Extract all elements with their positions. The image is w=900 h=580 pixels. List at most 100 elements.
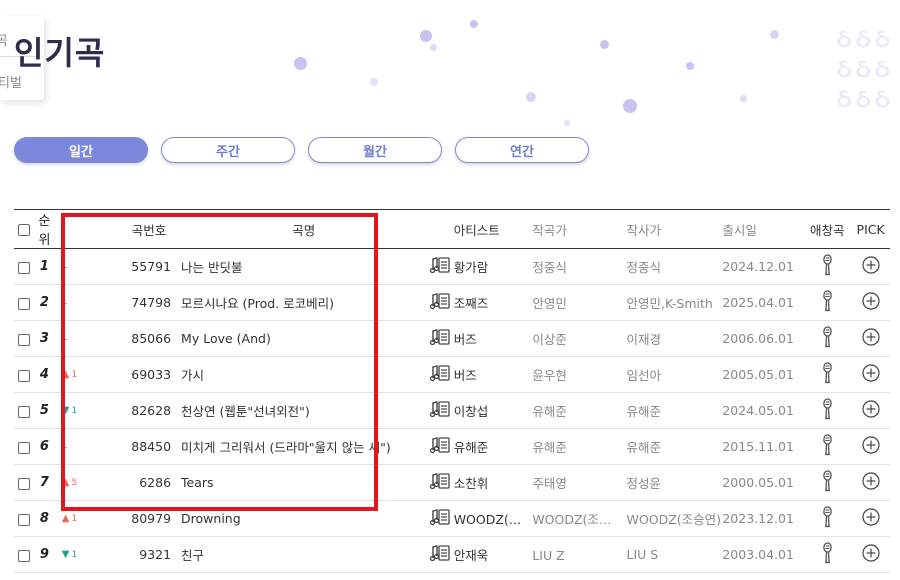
table-row[interactable]: 1– 55791 나는 반딧불 황가람 정중식 정중식 2024.12.01	[14, 249, 890, 285]
music-sheet-icon[interactable]	[427, 321, 454, 357]
artist-name[interactable]: 조째즈	[454, 293, 489, 312]
music-sheet-icon[interactable]	[427, 501, 454, 537]
rank-change: ▲ 5	[56, 465, 117, 501]
microphone-icon[interactable]	[803, 285, 851, 321]
lyricist-name: 유해준	[626, 440, 662, 455]
plus-circle-icon[interactable]	[851, 537, 890, 573]
table-row[interactable]: 7 ▲ 5 6286 Tears 소찬휘 주태영 정성윤 2000.05.01	[14, 465, 890, 501]
rank-change-icon: –	[61, 331, 68, 346]
table-row[interactable]: 2– 74798 모르시나요 (Prod. 로코베리) 조째즈 안영민 안영민,K-Smi…	[14, 285, 890, 321]
artist-cell[interactable]: WOODZ(…	[454, 501, 533, 537]
table-row[interactable]: 4 ▲ 1 69033 가시 버즈 윤우현 임선아 2005.05.01	[14, 357, 890, 393]
song-title[interactable]: My Love (And)	[181, 321, 427, 357]
composer-cell: 유해준	[532, 429, 626, 465]
table-row[interactable]: 6– 88450 미치게 그리워서 (드라마"울지 않는 새") 유해준 유해준 유해준 2…	[14, 429, 890, 465]
plus-circle-icon[interactable]	[851, 501, 890, 537]
side-menu-item[interactable]: 곡	[0, 30, 8, 49]
artist-cell[interactable]: 소찬휘	[454, 465, 533, 501]
release-date: 2015.11.01	[722, 439, 794, 454]
rank-change: –	[56, 429, 117, 465]
row-checkbox[interactable]	[14, 537, 33, 573]
row-checkbox[interactable]	[14, 285, 33, 321]
header-release-date: 출시일	[722, 222, 757, 238]
plus-circle-icon[interactable]	[851, 429, 890, 465]
page-title: 인기곡	[14, 34, 106, 72]
artist-name[interactable]: 안재욱	[454, 545, 489, 564]
microphone-icon[interactable]	[803, 321, 851, 357]
microphone-icon[interactable]	[803, 537, 851, 573]
plus-circle-icon[interactable]	[851, 393, 890, 429]
artist-cell[interactable]: 유해준	[454, 429, 533, 465]
music-sheet-icon[interactable]	[427, 393, 454, 429]
song-title[interactable]: Tears	[181, 465, 427, 501]
artist-cell[interactable]: 버즈	[454, 357, 533, 393]
header-pick: PICK	[856, 221, 885, 237]
song-title[interactable]: 친구	[181, 537, 427, 573]
artist-name[interactable]: 소찬휘	[454, 473, 489, 492]
song-title[interactable]: 모르시나요 (Prod. 로코베리)	[181, 285, 427, 321]
artist-cell[interactable]: 버즈	[454, 321, 533, 357]
select-all-checkbox[interactable]	[14, 210, 33, 249]
row-checkbox[interactable]	[14, 393, 33, 429]
artist-name[interactable]: 버즈	[454, 329, 477, 348]
composer-cell: WOODZ(조승…	[532, 501, 626, 537]
artist-name[interactable]: 버즈	[454, 365, 477, 384]
row-checkbox[interactable]	[14, 465, 33, 501]
table-row[interactable]: 8 ▲1 80979 Drowning WOODZ(… WOODZ(조승… WOODZ(조승…	[14, 501, 890, 537]
chart-table: 순위 곡번호 곡명 아티스트 작곡가 작사가 출시일 애창곡 PICK 1–55…	[14, 209, 890, 573]
song-title[interactable]: 가시	[181, 357, 427, 393]
row-checkbox[interactable]	[14, 501, 33, 537]
artist-cell[interactable]: 황가람	[454, 249, 533, 285]
release-date: 2023.12.01	[722, 511, 794, 526]
music-sheet-icon[interactable]	[427, 357, 454, 393]
artist-name[interactable]: WOODZ(…	[454, 512, 522, 527]
artist-name[interactable]: 황가람	[454, 257, 489, 276]
music-sheet-icon[interactable]	[427, 249, 454, 285]
microphone-icon[interactable]	[803, 249, 851, 285]
artist-name[interactable]: 유해준	[454, 437, 489, 456]
microphone-icon[interactable]	[803, 429, 851, 465]
microphone-icon[interactable]	[803, 357, 851, 393]
microphone-icon[interactable]	[803, 393, 851, 429]
artist-cell[interactable]: 조째즈	[454, 285, 533, 321]
side-menu-item[interactable]: 티벌	[0, 72, 22, 91]
music-sheet-icon[interactable]	[427, 429, 454, 465]
table-row[interactable]: 5 ▼ 1 82628 천상연 (웹툰"선녀외전") 이창섭 유해준 유해준 2024.05.0…	[14, 393, 890, 429]
music-sheet-icon[interactable]	[427, 285, 454, 321]
row-checkbox[interactable]	[14, 429, 33, 465]
tab-yearly[interactable]: 연간	[455, 137, 589, 163]
row-checkbox[interactable]	[14, 249, 33, 285]
plus-circle-icon[interactable]	[851, 249, 890, 285]
release-date: 2003.04.01	[722, 547, 794, 562]
artist-name[interactable]: 이창섭	[454, 401, 489, 420]
microphone-icon[interactable]	[803, 501, 851, 537]
plus-circle-icon[interactable]	[851, 285, 890, 321]
header-lyrics	[427, 210, 454, 249]
plus-circle-icon[interactable]	[851, 321, 890, 357]
rank-change-icon: ▼	[61, 405, 70, 416]
composer-cell: 주태영	[532, 465, 626, 501]
song-number: 82628	[131, 403, 172, 418]
music-sheet-icon[interactable]	[427, 537, 454, 573]
tab-daily[interactable]: 일간	[14, 137, 148, 163]
table-row[interactable]: 3– 85066 My Love (And) 버즈 이상준 이재경 2006.06.01	[14, 321, 890, 357]
song-title[interactable]: 미치게 그리워서 (드라마"울지 않는 새")	[181, 429, 427, 465]
song-title[interactable]: 천상연 (웹툰"선녀외전")	[181, 393, 427, 429]
row-checkbox[interactable]	[14, 357, 33, 393]
plus-circle-icon[interactable]	[851, 357, 890, 393]
music-sheet-icon[interactable]	[427, 465, 454, 501]
rank-change: ▲ 1	[56, 501, 117, 537]
tab-monthly[interactable]: 월간	[308, 137, 442, 163]
song-title[interactable]: 나는 반딧불	[181, 249, 427, 285]
header-artist: 아티스트	[453, 222, 500, 238]
artist-cell[interactable]: 안재욱	[454, 537, 533, 573]
artist-cell[interactable]: 이창섭	[454, 393, 533, 429]
table-row[interactable]: 9 ▼ 1 9321 친구 안재욱 LIU Z LIU S 2003.04.01	[14, 537, 890, 573]
row-checkbox[interactable]	[14, 321, 33, 357]
microphone-icon[interactable]	[803, 465, 851, 501]
tab-weekly[interactable]: 주간	[161, 137, 295, 163]
plus-circle-icon[interactable]	[851, 465, 890, 501]
rank: 2	[39, 295, 49, 310]
song-title[interactable]: Drowning	[181, 501, 427, 537]
composer-name: 유해준	[532, 404, 567, 419]
